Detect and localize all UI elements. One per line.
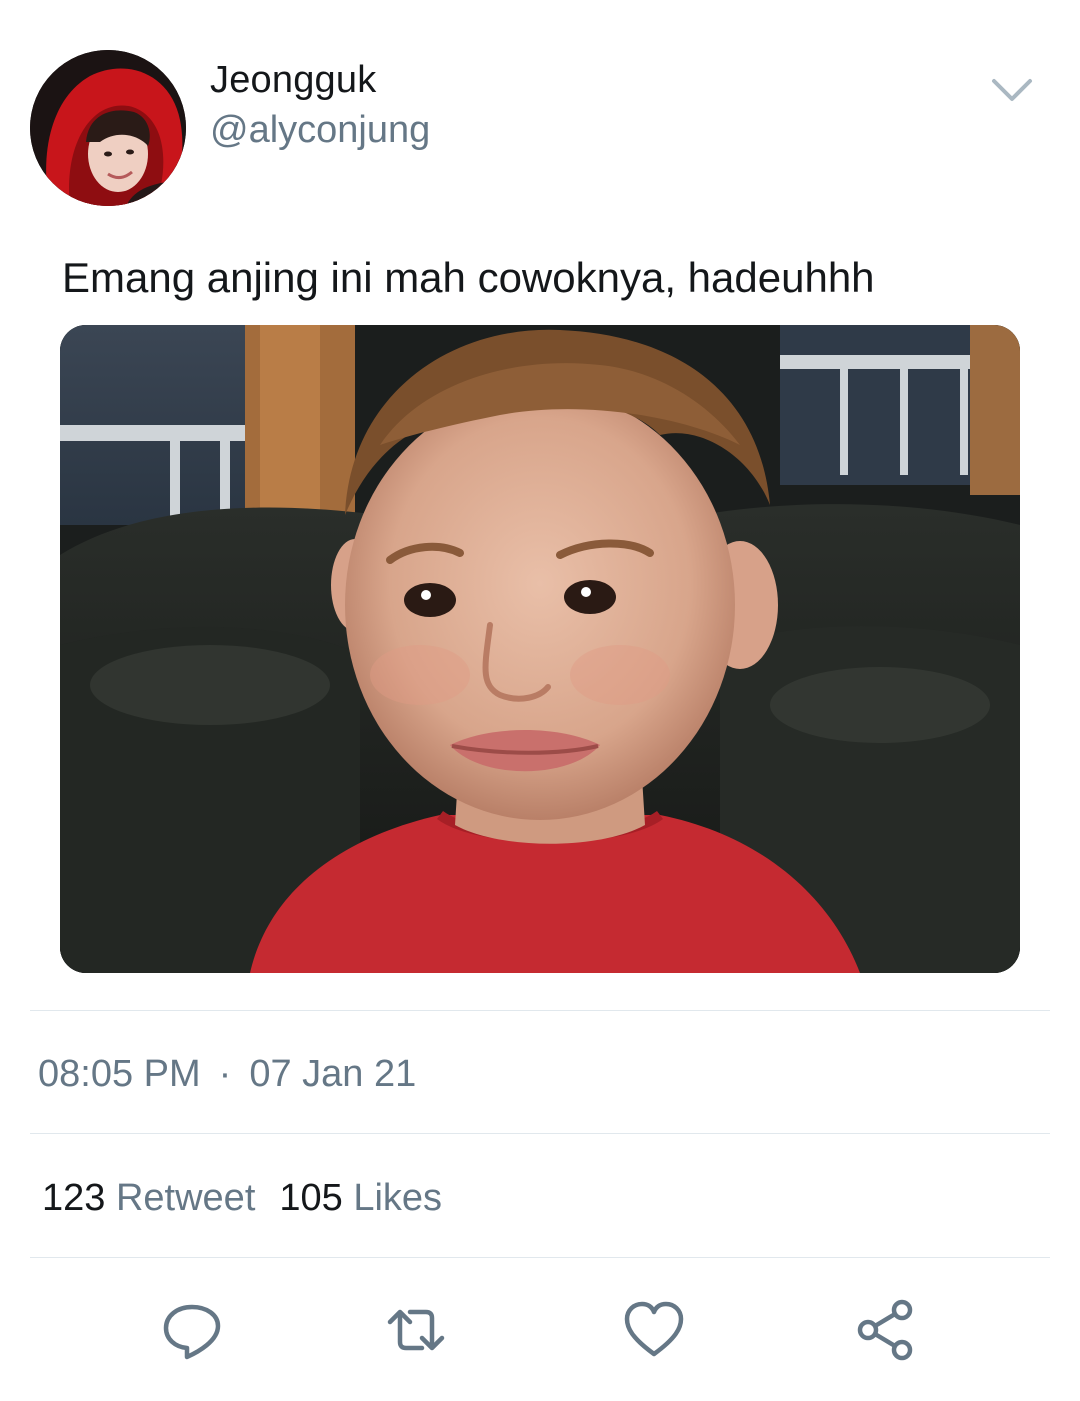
divider bbox=[30, 1010, 1050, 1011]
reply-icon bbox=[163, 1304, 221, 1360]
chevron-down-icon[interactable] bbox=[990, 72, 1034, 108]
share-icon bbox=[857, 1299, 913, 1361]
avatar-image bbox=[30, 50, 186, 206]
tweet-stats: 123 Retweet 105 Likes bbox=[42, 1176, 442, 1220]
user-handle[interactable]: @alyconjung bbox=[210, 108, 430, 152]
retweet-count: 123 bbox=[42, 1177, 106, 1219]
reply-button[interactable] bbox=[160, 1298, 224, 1362]
like-label: Likes bbox=[353, 1177, 443, 1219]
share-button[interactable] bbox=[854, 1298, 918, 1362]
avatar[interactable] bbox=[30, 50, 186, 206]
tweet-time: 08:05 PM bbox=[38, 1053, 201, 1095]
tweet-media-image[interactable] bbox=[60, 325, 1020, 973]
divider bbox=[30, 1133, 1050, 1134]
divider bbox=[30, 1257, 1050, 1258]
like-count: 105 bbox=[279, 1177, 343, 1219]
retweet-stat[interactable]: 123 Retweet bbox=[42, 1177, 255, 1219]
heart-icon bbox=[624, 1301, 684, 1357]
retweet-icon bbox=[387, 1309, 445, 1351]
tweet-timestamp[interactable]: 08:05 PM · 07 Jan 21 bbox=[38, 1052, 416, 1096]
retweet-button[interactable] bbox=[384, 1298, 448, 1362]
like-stat[interactable]: 105 Likes bbox=[279, 1177, 442, 1219]
retweet-label: Retweet bbox=[115, 1177, 256, 1219]
separator-dot: · bbox=[218, 1053, 232, 1095]
photo-icon bbox=[60, 325, 1020, 973]
tweet-text: Emang anjing ini mah cowoknya, hadeuhhh bbox=[62, 254, 875, 301]
like-button[interactable] bbox=[622, 1298, 686, 1362]
display-name[interactable]: Jeongguk bbox=[210, 58, 376, 102]
tweet-date: 07 Jan 21 bbox=[249, 1053, 417, 1095]
